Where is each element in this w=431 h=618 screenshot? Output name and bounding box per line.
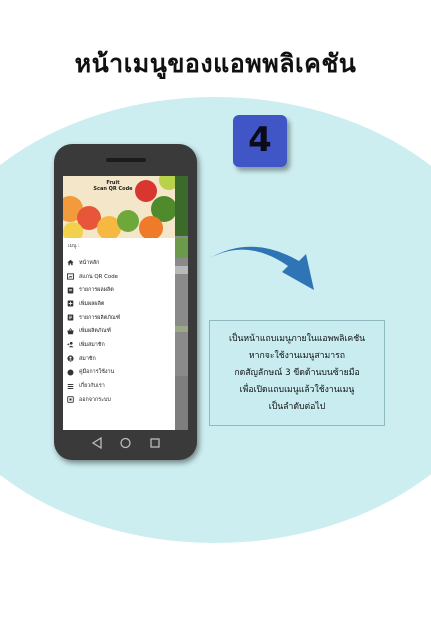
menu-item-label: เพิ่มผลผลิต	[79, 300, 105, 307]
page-title: หน้าเมนูของแอพพลิเคชัน	[74, 49, 357, 78]
instruction-box: เป็นหน้าแถบเมนูภายในแอพพลิเคชัน หากจะใช้…	[209, 320, 385, 426]
instruction-line: เพื่อเปิดแถบเมนูแล้วใช้งานเมนู	[239, 384, 355, 395]
menu-item-label: คู่มือการใช้งาน	[79, 369, 115, 376]
menu-item-members[interactable]: สมาชิก	[67, 352, 175, 366]
menu-item-label: เพิ่มสมาชิก	[79, 341, 105, 348]
menu-item-about[interactable]: เกี่ยวกับเรา	[67, 379, 175, 393]
drawer-menu: หน้าหลัก สแกน QR Code รายการผลผลิต เพิ่ม…	[67, 256, 175, 407]
product-list-icon	[67, 314, 74, 321]
menu-item-label: เกี่ยวกับเรา	[79, 383, 105, 390]
menu-item-add-produce[interactable]: เพิ่มผลผลิต	[67, 297, 175, 311]
menu-heading: เมนู :	[68, 243, 80, 249]
menu-item-scan-qr[interactable]: สแกน QR Code	[67, 270, 175, 284]
drawer-header-image: Fruit Scan QR Code	[63, 176, 175, 238]
manual-icon	[67, 369, 74, 376]
menu-item-home[interactable]: หน้าหลัก	[67, 256, 175, 270]
menu-item-label: เพิ่มผลิตภัณฑ์	[79, 328, 111, 335]
menu-item-label: หน้าหลัก	[79, 259, 100, 266]
step-badge: 4	[233, 115, 287, 167]
header-line-2: Scan QR Code	[93, 186, 133, 192]
add-member-icon	[67, 341, 74, 348]
phone-screen: Fruit Scan QR Code เมนู : หน้าหลัก สแกน …	[63, 176, 188, 430]
curved-arrow-icon	[210, 246, 314, 290]
drawer-header-text: Fruit Scan QR Code	[83, 180, 143, 192]
home-icon	[67, 259, 74, 266]
instruction-line: หากจะใช้งานเมนูสามารถ	[248, 350, 346, 361]
phone-nav-bar	[63, 434, 188, 452]
menu-item-manual[interactable]: คู่มือการใช้งาน	[67, 366, 175, 380]
menu-item-label: ออกจากระบบ	[79, 396, 111, 403]
navigation-drawer: Fruit Scan QR Code เมนู : หน้าหลัก สแกน …	[63, 176, 175, 430]
basket-icon	[67, 327, 74, 335]
home-button-icon	[120, 437, 131, 449]
qr-scan-icon	[67, 273, 74, 280]
add-icon	[67, 300, 74, 307]
member-icon	[67, 355, 74, 362]
menu-item-add-member[interactable]: เพิ่มสมาชิก	[67, 338, 175, 352]
phone-mockup: Fruit Scan QR Code เมนู : หน้าหลัก สแกน …	[54, 144, 197, 460]
instruction-line: กดสัญลักษณ์ 3 ขีดด้านบนซ้ายมือ	[234, 367, 360, 378]
recents-icon	[150, 438, 160, 448]
tutorial-page: หน้าเมนูของแอพพลิเคชัน 4 Fruit Scan QR C…	[0, 0, 431, 618]
list-icon	[67, 287, 74, 294]
menu-item-add-product[interactable]: เพิ่มผลิตภัณฑ์	[67, 324, 175, 338]
menu-item-product-list[interactable]: รายการผลิตภัณฑ์	[67, 311, 175, 325]
menu-item-logout[interactable]: ออกจากระบบ	[67, 393, 175, 407]
logout-icon	[67, 396, 74, 403]
menu-item-label: รายการผลผลิต	[79, 287, 114, 294]
instruction-line: เป็นลำดับต่อไป	[268, 401, 326, 412]
app-background	[175, 176, 188, 430]
instruction-line: เป็นหน้าแถบเมนูภายในแอพพลิเคชัน	[228, 333, 366, 344]
menu-item-label: สมาชิก	[79, 355, 96, 362]
about-icon	[67, 383, 74, 390]
menu-item-produce-list[interactable]: รายการผลผลิต	[67, 283, 175, 297]
back-icon	[91, 436, 102, 450]
menu-item-label: สแกน QR Code	[79, 273, 118, 280]
phone-speaker	[106, 158, 146, 162]
menu-item-label: รายการผลิตภัณฑ์	[79, 314, 121, 321]
